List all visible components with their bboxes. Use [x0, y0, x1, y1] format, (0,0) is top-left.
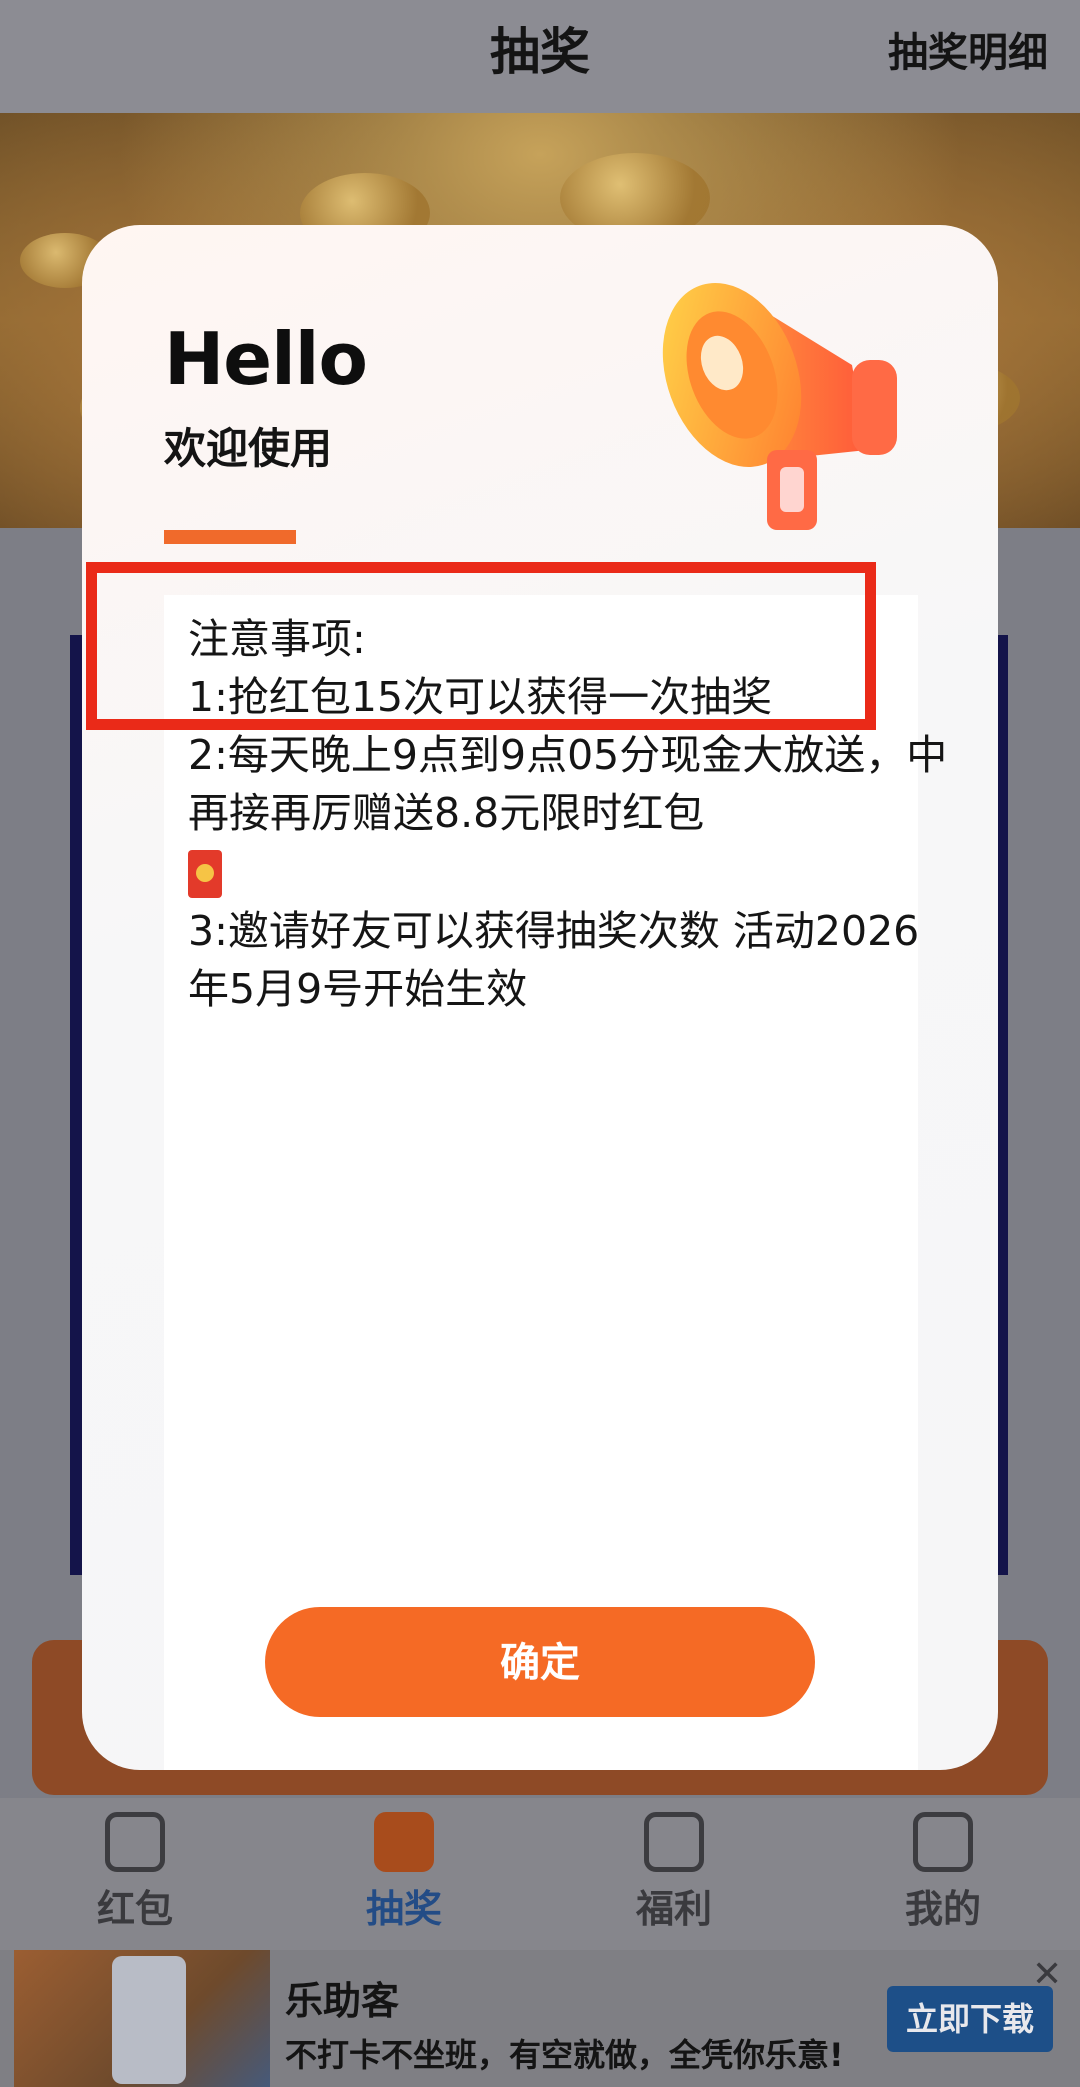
top-bar: 抽奖 抽奖明细	[0, 0, 1080, 113]
accent-divider	[164, 530, 296, 544]
tab-label: 抽奖	[365, 1887, 442, 1931]
megaphone-icon	[662, 283, 897, 530]
tab-mine[interactable]: 我的	[843, 1812, 1043, 1933]
camera-icon	[105, 1812, 165, 1872]
note-item: 2:每天晚上9点到9点05分现金大放送，中再接再厉赠送8.8元限时红包	[188, 731, 948, 837]
close-icon[interactable]: ✕	[1032, 1954, 1062, 1995]
red-envelope-icon	[188, 850, 222, 898]
tab-label: 福利	[635, 1887, 712, 1931]
bottom-tab-bar: 红包 抽奖 福利 我的	[0, 1798, 1080, 1950]
profile-icon	[913, 1812, 973, 1872]
play-icon	[374, 1812, 434, 1872]
phone-screenshot	[112, 1956, 186, 2084]
tv-icon	[644, 1812, 704, 1872]
tab-label: 我的	[904, 1887, 981, 1931]
red-envelope-row	[188, 842, 948, 902]
lottery-detail-link[interactable]: 抽奖明细	[888, 20, 1048, 78]
ad-banner[interactable]: 乐助客 不打卡不坐班，有空就做，全凭你乐意! 立即下载 ✕	[0, 1950, 1080, 2087]
tab-lottery[interactable]: 抽奖	[304, 1812, 504, 1933]
ad-slogan: 不打卡不坐班，有空就做，全凭你乐意!	[285, 2036, 844, 2074]
note-item: 3:邀请好友可以获得抽奖次数 活动2026年5月9号开始生效	[188, 907, 920, 1013]
confirm-button[interactable]: 确定	[265, 1607, 815, 1717]
tab-welfare[interactable]: 福利	[574, 1812, 774, 1933]
download-button[interactable]: 立即下载	[887, 1986, 1053, 2052]
ad-app-name: 乐助客	[285, 1979, 400, 2023]
highlight-box	[86, 562, 876, 730]
tab-red-packet[interactable]: 红包	[35, 1812, 235, 1933]
welcome-subtitle: 欢迎使用	[164, 424, 333, 473]
greeting-title: Hello	[164, 317, 368, 401]
tab-label: 红包	[96, 1887, 173, 1931]
ad-thumbnail	[14, 1950, 270, 2087]
